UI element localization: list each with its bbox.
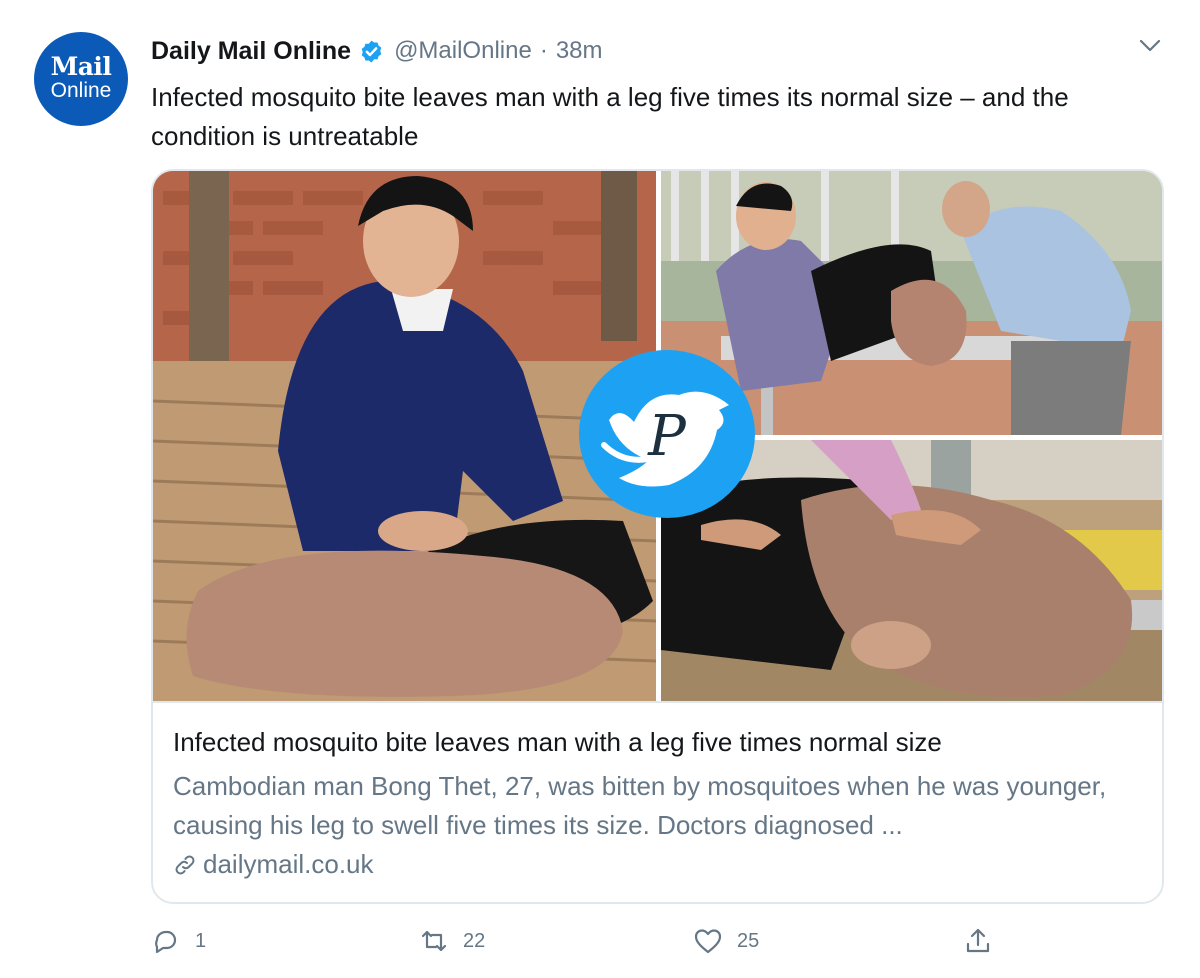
tweet-actions: 1 22 25 [151, 926, 1164, 966]
avatar-logo-line2: Online [50, 79, 112, 102]
retweet-icon [421, 930, 447, 952]
card-title[interactable]: Infected mosquito bite leaves man with a… [173, 727, 942, 758]
handle[interactable]: @MailOnline [394, 37, 532, 65]
reply-count: 1 [195, 929, 207, 952]
timestamp[interactable]: 38m [556, 37, 603, 65]
like-count: 25 [737, 929, 760, 952]
reply-icon [155, 930, 177, 954]
like-button[interactable]: 25 [693, 926, 759, 956]
link-icon [175, 855, 195, 874]
reply-button[interactable]: 1 [151, 926, 206, 956]
display-name[interactable]: Daily Mail Online [151, 37, 351, 66]
chevron-down-icon[interactable] [1138, 38, 1162, 54]
avatar-logo-line1: Mail [50, 52, 112, 81]
card-description: Cambodian man Bong Thet, 27, was bitten … [173, 771, 1107, 840]
share-button[interactable] [963, 926, 993, 956]
link-card[interactable]: P Infected mosquito bite leaves man with… [151, 169, 1164, 904]
share-icon [966, 928, 990, 953]
separator-dot: · [539, 37, 548, 64]
tweet-text: Infected mosquito bite leaves man with a… [151, 82, 1069, 151]
svg-text:P: P [647, 404, 687, 469]
retweet-count: 22 [463, 929, 486, 952]
like-icon [694, 929, 722, 954]
card-domain[interactable]: dailymail.co.uk [173, 849, 374, 880]
verified-badge-icon [361, 40, 382, 62]
card-domain-label[interactable]: dailymail.co.uk [203, 849, 374, 880]
card-body[interactable]: Infected mosquito bite leaves man with a… [153, 701, 1162, 902]
watermark-bird-logo: P [579, 350, 755, 518]
tweet-header: Daily Mail Online @MailOnline · 38m [151, 36, 603, 66]
card-media[interactable]: P [153, 171, 1162, 701]
retweet-button[interactable]: 22 [419, 926, 485, 956]
avatar[interactable]: Mail Online [34, 32, 128, 126]
tweet[interactable]: Mail Online Daily Mail Online @MailOnlin… [0, 0, 1200, 978]
